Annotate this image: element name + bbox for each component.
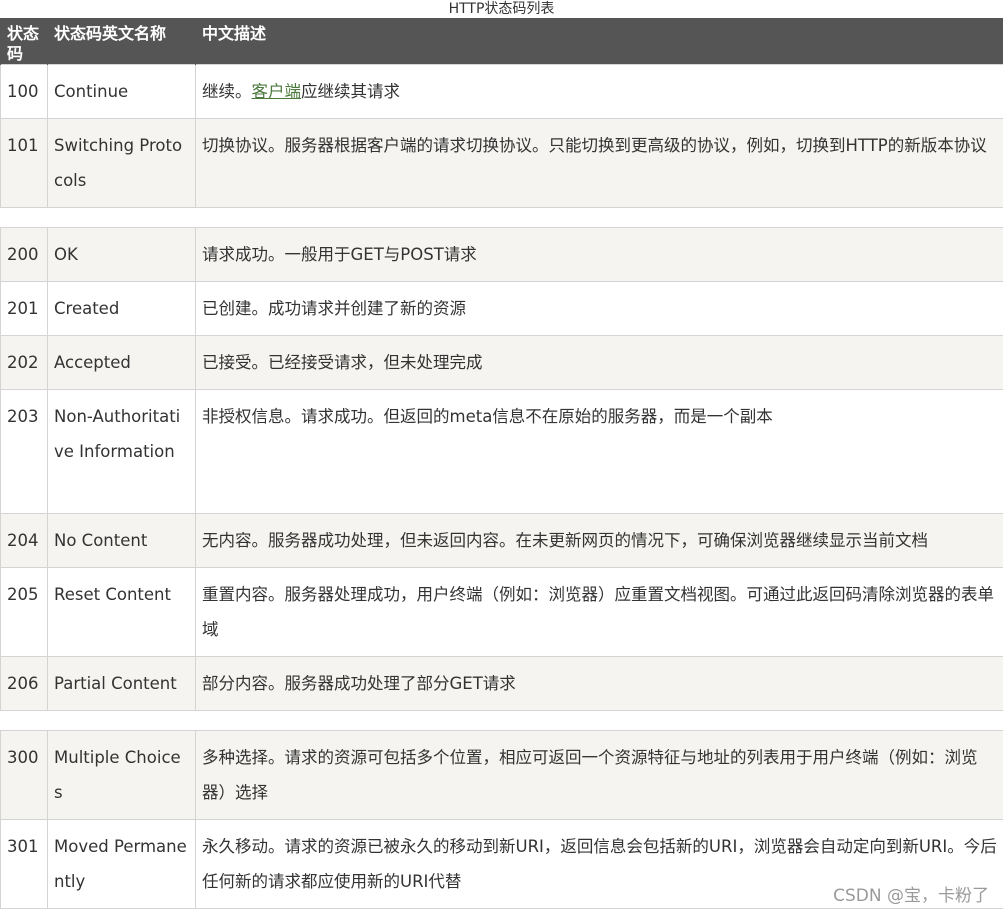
- status-code: 206: [0, 656, 48, 711]
- http-status-table: 状态码 状态码英文名称 中文描述 100 Continue 继续。客户端应继续其…: [0, 18, 1003, 909]
- status-desc-text: 应继续其请求: [301, 82, 400, 101]
- header-name: 状态码英文名称: [47, 18, 196, 65]
- status-name: Multiple Choices: [47, 730, 196, 820]
- status-code: 101: [0, 118, 48, 208]
- status-name: OK: [47, 227, 196, 282]
- header-code: 状态码: [0, 18, 48, 65]
- client-link[interactable]: 客户端: [252, 82, 302, 101]
- table-row: 206 Partial Content 部分内容。服务器成功处理了部分GET请求: [0, 656, 1003, 711]
- table-row: 200 OK 请求成功。一般用于GET与POST请求: [0, 227, 1003, 282]
- table-caption: HTTP状态码列表: [448, 1, 555, 17]
- header-desc: 中文描述: [195, 18, 1003, 65]
- group-gap: [0, 710, 1003, 731]
- status-desc: 重置内容。服务器处理成功，用户终端（例如：浏览器）应重置文档视图。可通过此返回码…: [195, 567, 1003, 657]
- status-code: 204: [0, 513, 48, 568]
- csdn-watermark: CSDN @宝，卡粉了: [833, 886, 989, 906]
- status-desc: 已创建。成功请求并创建了新的资源: [195, 281, 1003, 336]
- table-row: 202 Accepted 已接受。已经接受请求，但未处理完成: [0, 335, 1003, 390]
- status-code: 200: [0, 227, 48, 282]
- status-desc: 无内容。服务器成功处理，但未返回内容。在未更新网页的情况下，可确保浏览器继续显示…: [195, 513, 1003, 568]
- status-name: Switching Protocols: [47, 118, 196, 208]
- status-desc: 部分内容。服务器成功处理了部分GET请求: [195, 656, 1003, 711]
- status-name: Created: [47, 281, 196, 336]
- table-row: 300 Multiple Choices 多种选择。请求的资源可包括多个位置，相…: [0, 730, 1003, 820]
- status-code: 202: [0, 335, 48, 390]
- table-header-row: 状态码 状态码英文名称 中文描述: [0, 18, 1003, 65]
- status-code: 205: [0, 567, 48, 657]
- table-row: 201 Created 已创建。成功请求并创建了新的资源: [0, 281, 1003, 336]
- status-code: 201: [0, 281, 48, 336]
- status-desc: 切换协议。服务器根据客户端的请求切换协议。只能切换到更高级的协议，例如，切换到H…: [195, 118, 1003, 208]
- status-name: Accepted: [47, 335, 196, 390]
- status-desc: 继续。客户端应继续其请求: [195, 64, 1003, 119]
- status-name: Non-Authoritative Information: [47, 389, 196, 514]
- status-name: Reset Content: [47, 567, 196, 657]
- table-row: 100 Continue 继续。客户端应继续其请求: [0, 64, 1003, 119]
- status-desc: 非授权信息。请求成功。但返回的meta信息不在原始的服务器，而是一个副本: [195, 389, 1003, 514]
- status-desc: 已接受。已经接受请求，但未处理完成: [195, 335, 1003, 390]
- status-name: Continue: [47, 64, 196, 119]
- status-desc-text: 继续。: [202, 82, 252, 101]
- table-row: 204 No Content 无内容。服务器成功处理，但未返回内容。在未更新网页…: [0, 513, 1003, 568]
- status-code: 301: [0, 819, 48, 909]
- status-desc: 多种选择。请求的资源可包括多个位置，相应可返回一个资源特征与地址的列表用于用户终…: [195, 730, 1003, 820]
- status-desc: 请求成功。一般用于GET与POST请求: [195, 227, 1003, 282]
- status-name: Partial Content: [47, 656, 196, 711]
- table-row: 205 Reset Content 重置内容。服务器处理成功，用户终端（例如：浏…: [0, 567, 1003, 657]
- status-name: Moved Permanently: [47, 819, 196, 909]
- status-code: 300: [0, 730, 48, 820]
- status-name: No Content: [47, 513, 196, 568]
- table-row: 203 Non-Authoritative Information 非授权信息。…: [0, 389, 1003, 514]
- group-gap: [0, 207, 1003, 228]
- status-code: 100: [0, 64, 48, 119]
- status-code: 203: [0, 389, 48, 514]
- table-row: 101 Switching Protocols 切换协议。服务器根据客户端的请求…: [0, 118, 1003, 208]
